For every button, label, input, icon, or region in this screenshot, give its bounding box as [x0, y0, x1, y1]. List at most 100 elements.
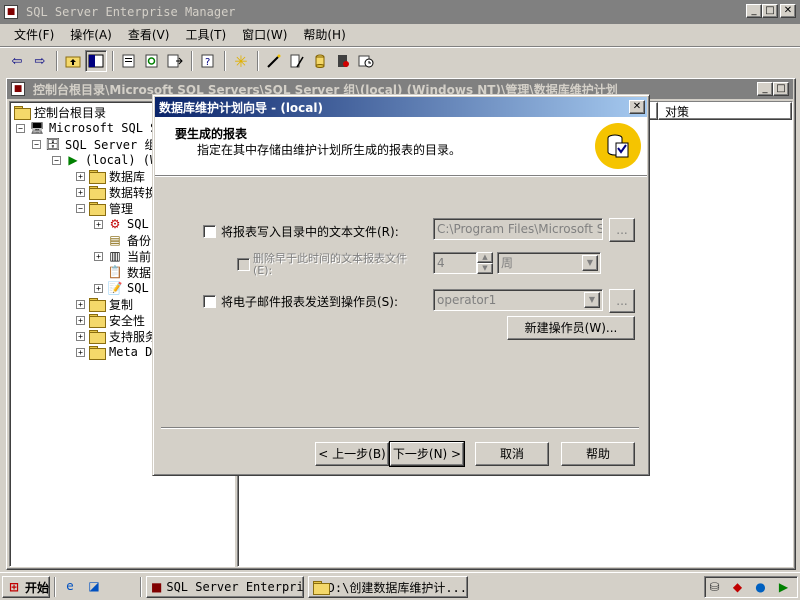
menu-window[interactable]: 窗口(W): [234, 25, 295, 45]
column-header-strategy[interactable]: 对策: [658, 102, 792, 120]
delete-older-spinner: ▲ ▼: [477, 252, 493, 274]
back-button[interactable]: < 上一步(B): [315, 442, 389, 466]
tree-item-label: 管理: [109, 201, 134, 216]
next-button[interactable]: 下一步(N) >: [389, 441, 465, 467]
system-tray: ⛁ ◆ ● ▶: [704, 576, 798, 598]
tree-item-sql-agent[interactable]: + ⚙ SQL: [94, 216, 149, 232]
tree-item-local-server[interactable]: − ▶ (local) (W: [52, 152, 157, 168]
expand-toggle[interactable]: +: [76, 171, 85, 181]
maintenance-plan-wizard-dialog: 数据库维护计划向导 - (local) ✕ 要生成的报表 指定在其中存储由维护计…: [152, 94, 650, 476]
collapse-toggle[interactable]: −: [76, 203, 85, 213]
network-icon[interactable]: ◆: [730, 580, 746, 594]
tree-item-label: 数据转换: [109, 185, 158, 200]
console-window-controls: _ □: [757, 82, 789, 96]
column-header-label: 对策: [665, 104, 690, 119]
expand-toggle[interactable]: +: [94, 283, 103, 293]
close-button[interactable]: ✕: [780, 4, 796, 18]
maximize-button[interactable]: □: [762, 4, 778, 18]
tree-item-support-services[interactable]: + 支持服务: [76, 328, 157, 344]
cancel-button[interactable]: 取消: [475, 442, 549, 466]
expand-toggle[interactable]: +: [76, 187, 85, 197]
menu-tools[interactable]: 工具(T): [177, 25, 234, 45]
tree-item-microsoft-sql-servers[interactable]: − 🖥 Microsoft SQL Ser: [16, 120, 172, 136]
taskbar-separator: [140, 577, 142, 597]
forward-arrow-icon[interactable]: ⇨: [29, 50, 51, 72]
server-status-icon[interactable]: ▶: [776, 580, 792, 594]
chevron-down-icon: ▼: [582, 255, 598, 271]
operator-select-value: operator1: [437, 293, 497, 307]
wizard-title-bar[interactable]: 数据库维护计划向导 - (local) ✕: [155, 97, 647, 117]
start-button[interactable]: ⊞ 开始: [2, 576, 50, 598]
internet-explorer-icon[interactable]: e: [62, 579, 78, 593]
console-restore-button[interactable]: □: [773, 82, 789, 96]
menu-view[interactable]: 查看(V): [120, 25, 178, 45]
tree-item-label: 数据库: [109, 169, 146, 184]
up-level-icon[interactable]: [62, 50, 84, 72]
tree-item-sql-logs[interactable]: + 📝 SQL: [94, 280, 149, 296]
taskbar-task-enterprise-manager[interactable]: ■ SQL Server Enterpri...: [146, 576, 304, 598]
help-topic-icon[interactable]: ?: [197, 50, 219, 72]
back-arrow-icon[interactable]: ⇦: [6, 50, 28, 72]
tree-item-security[interactable]: + 安全性: [76, 312, 145, 328]
open-folder-icon: [89, 202, 106, 216]
sql-agent-icon: ⚙: [109, 217, 121, 231]
tree-item-sql-server-group[interactable]: − 🗄 SQL Server 组: [32, 136, 156, 152]
expand-toggle[interactable]: +: [94, 251, 103, 261]
globe-icon[interactable]: ●: [753, 580, 769, 594]
wizard-wand-icon[interactable]: [263, 50, 285, 72]
tree-item-databases[interactable]: + 数据库: [76, 168, 145, 184]
expand-toggle[interactable]: +: [76, 315, 85, 325]
wizard-close-button[interactable]: ✕: [629, 100, 645, 114]
help-button[interactable]: 帮助: [561, 442, 635, 466]
tree-item-maintenance-plans[interactable]: 📋 数据: [107, 264, 152, 280]
expand-toggle[interactable]: +: [76, 331, 85, 341]
job-schedule-icon[interactable]: [355, 50, 377, 72]
tree-item-meta-data-services[interactable]: + Meta Da: [76, 344, 160, 360]
email-report-checkbox[interactable]: [203, 295, 216, 308]
tree-item-console-root[interactable]: 控制台根目录: [14, 104, 106, 120]
window-controls: _ □ ✕: [746, 4, 796, 18]
properties-icon[interactable]: [118, 50, 140, 72]
menu-help[interactable]: 帮助(H): [295, 25, 353, 45]
tree-item-label: 数据: [127, 265, 152, 280]
tree-item-backup[interactable]: ▤ 备份: [107, 232, 151, 248]
show-tree-icon[interactable]: [85, 50, 107, 72]
app-title-bar[interactable]: ■ SQL Server Enterprise Manager _ □ ✕: [0, 0, 800, 24]
folder-icon: [89, 170, 106, 184]
console-minimize-button[interactable]: _: [757, 82, 773, 96]
server-icon: 🗄: [45, 137, 61, 151]
expand-toggle[interactable]: +: [94, 219, 103, 229]
write-report-checkbox[interactable]: [203, 225, 216, 238]
minimize-button[interactable]: _: [746, 4, 762, 18]
database-icon[interactable]: [309, 50, 331, 72]
show-desktop-icon[interactable]: ◪: [86, 579, 102, 593]
report-database-icon: [595, 123, 641, 169]
collapse-toggle[interactable]: −: [16, 123, 25, 133]
new-item-star-icon[interactable]: ✳: [230, 50, 252, 72]
toolbar-separator: [112, 51, 114, 71]
tree-item-label: 复制: [109, 297, 134, 312]
wizard-step-title: 要生成的报表: [175, 127, 248, 141]
wizard-header-separator: [155, 175, 647, 177]
taskbar-task-folder[interactable]: D:\创建数据库维护计...: [308, 576, 468, 598]
tree-item-replication[interactable]: + 复制: [76, 296, 133, 312]
delete-older-unit-value: 周: [501, 256, 514, 270]
expand-toggle[interactable]: +: [76, 347, 85, 357]
new-operator-button[interactable]: 新建操作员(W)...: [507, 316, 635, 340]
folder-icon: [89, 330, 106, 344]
menu-action[interactable]: 操作(A): [62, 25, 120, 45]
query-analyzer-icon[interactable]: [286, 50, 308, 72]
collapse-toggle[interactable]: −: [52, 155, 61, 165]
tree-item-current-activity[interactable]: + ▥ 当前: [94, 248, 151, 264]
export-list-icon[interactable]: [164, 50, 186, 72]
server-config-icon[interactable]: [332, 50, 354, 72]
collapse-toggle[interactable]: −: [32, 139, 41, 149]
sql-service-manager-icon[interactable]: ⛁: [707, 580, 723, 594]
delete-older-label-shortcut: (E):: [253, 264, 273, 277]
task-label: SQL Server Enterpri...: [166, 580, 304, 594]
refresh-icon[interactable]: [141, 50, 163, 72]
menu-file[interactable]: 文件(F): [6, 25, 62, 45]
tree-item-data-transformation[interactable]: + 数据转换: [76, 184, 157, 200]
tree-item-management[interactable]: − 管理: [76, 200, 133, 216]
expand-toggle[interactable]: +: [76, 299, 85, 309]
